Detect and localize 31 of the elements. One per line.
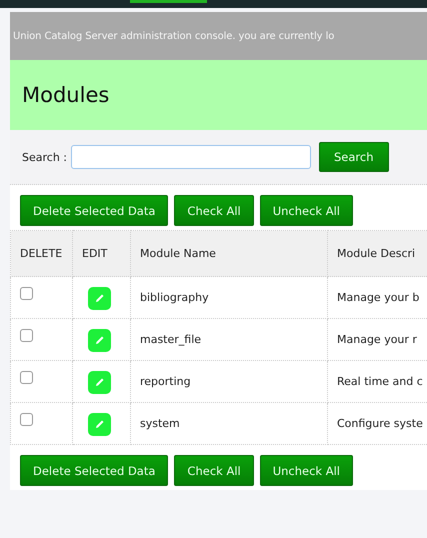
column-header: EDIT — [72, 230, 130, 276]
column-header: Module Name — [130, 230, 328, 276]
table-cell: reporting — [130, 360, 328, 402]
pencil-icon — [94, 377, 105, 388]
checkbox[interactable] — [20, 287, 33, 300]
search-button[interactable]: Search — [319, 142, 389, 172]
edit-button[interactable] — [88, 371, 111, 394]
edit-button[interactable] — [88, 287, 111, 310]
edit-button[interactable] — [88, 413, 111, 436]
search-label: Search : — [22, 150, 67, 164]
table-cell: master_file — [130, 318, 328, 360]
column-header: Module Descri — [328, 230, 427, 276]
pencil-icon — [94, 419, 105, 430]
banner-text: Union Catalog Server administration console. you are currently lo — [13, 30, 334, 42]
check-all-button[interactable]: Check All — [174, 455, 254, 486]
column-header: DELETE — [10, 230, 72, 276]
uncheck-all-button[interactable]: Uncheck All — [260, 455, 354, 486]
uncheck-all-button[interactable]: Uncheck All — [260, 195, 354, 226]
check-all-button[interactable]: Check All — [174, 195, 254, 226]
edit-button[interactable] — [88, 329, 111, 352]
pencil-icon — [94, 335, 105, 346]
search-field[interactable] — [71, 145, 311, 169]
checkbox[interactable] — [20, 329, 33, 342]
checkbox[interactable] — [20, 413, 33, 426]
delete-selected-button[interactable]: Delete Selected Data — [20, 195, 168, 226]
checkbox[interactable] — [20, 371, 33, 384]
pencil-icon — [94, 293, 105, 304]
delete-selected-button[interactable]: Delete Selected Data — [20, 455, 168, 486]
table-cell: bibliography — [130, 276, 328, 318]
page-title: Modules — [22, 83, 110, 107]
table-cell: system — [130, 402, 328, 444]
